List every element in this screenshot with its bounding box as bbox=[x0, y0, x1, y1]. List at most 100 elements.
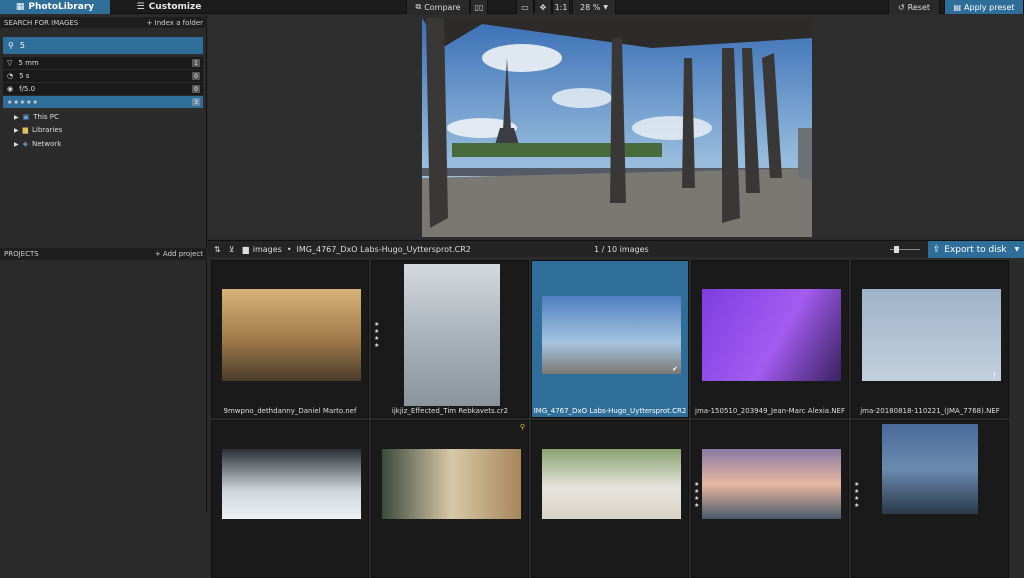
index-folder-button[interactable]: + Index a folder bbox=[147, 19, 203, 27]
aperture-icon: ◉ bbox=[7, 85, 14, 93]
chevron-down-icon[interactable]: ▼ bbox=[1015, 246, 1020, 253]
grid-icon: ▦ bbox=[15, 2, 25, 12]
search-query: 5 bbox=[19, 41, 25, 50]
thumbnail-filename: jma-20180818-110221_(JMA_7768).NEF bbox=[860, 407, 1000, 415]
rating-stars: ★★★★ bbox=[694, 481, 700, 509]
add-project-button[interactable]: + Add project bbox=[155, 250, 203, 258]
chevron-down-icon: ▼ bbox=[603, 3, 608, 11]
export-to-disk-button[interactable]: ⇪ Export to disk ▼ bbox=[928, 241, 1024, 258]
preset-icon: ▤ bbox=[953, 2, 962, 12]
filter-aperture[interactable]: ◉ f/5.0 0 bbox=[3, 83, 203, 95]
thumbnail-image bbox=[542, 296, 681, 374]
expand-arrow-icon: ▶ bbox=[14, 113, 19, 121]
folder-icon: ▆ bbox=[242, 244, 249, 254]
thumbnail-cell[interactable]: ★★★★ ijkjiz_Effected_Tim Rebkavets.cr2 bbox=[371, 260, 529, 418]
thumbnail-cell-selected[interactable]: ✔ IMG_4767_DxO Labs-Hugo_Uyttersprot.CR2 bbox=[531, 260, 689, 418]
filter-focal-length[interactable]: ▽ 5 mm 1 bbox=[3, 57, 203, 69]
split-view-icon: ▯▯ bbox=[474, 2, 484, 12]
thumbnail-image bbox=[862, 289, 1001, 381]
thumbnail-image bbox=[882, 424, 978, 514]
thumbnail-image bbox=[222, 449, 361, 519]
thumbnail-cell[interactable]: ! jma-20180818-110221_(JMA_7768).NEF bbox=[851, 260, 1009, 418]
thumbnail-image bbox=[542, 449, 681, 519]
tree-item-network[interactable]: ▶ ◈ Network bbox=[14, 139, 61, 149]
tree-label: Libraries bbox=[32, 126, 63, 134]
thumbnail-size-slider[interactable] bbox=[890, 246, 920, 253]
zoom-1to1-button[interactable]: 1:1 bbox=[552, 0, 570, 14]
move-button[interactable]: ✥ bbox=[534, 0, 552, 14]
thumbnail-cell[interactable]: jma-150510_203949_Jean-Marc Alexia.NEF bbox=[691, 260, 849, 418]
network-icon: ◈ bbox=[22, 140, 29, 148]
thumbnail-filename: ijkjiz_Effected_Tim Rebkavets.cr2 bbox=[391, 407, 509, 415]
expand-arrow-icon: ▶ bbox=[14, 140, 19, 148]
zoom-level-value: 28 % bbox=[580, 2, 601, 12]
thumbnail-grid: 9mwpno_dethdanny_Daniel Marto.nef ★★★★ i… bbox=[211, 260, 1024, 578]
breadcrumb-file: IMG_4767_DxO Labs-Hugo_Uyttersprot.CR2 bbox=[296, 244, 471, 254]
search-panel-header: SEARCH FOR IMAGES + Index a folder bbox=[0, 17, 207, 28]
sort-icon[interactable]: ⇅ bbox=[214, 245, 221, 254]
tree-item-libraries[interactable]: ▶ ▆ Libraries bbox=[14, 125, 62, 135]
filter-label: 5 mm bbox=[18, 59, 39, 67]
projects-panel-title: PROJECTS bbox=[4, 250, 39, 258]
sliders-icon: ☰ bbox=[136, 2, 145, 12]
tab-photolibrary[interactable]: ▦ PhotoLibrary bbox=[0, 0, 110, 14]
thumbnail-filename: IMG_4767_DxO Labs-Hugo_Uyttersprot.CR2 bbox=[533, 407, 687, 415]
thumbnail-image bbox=[702, 449, 841, 519]
fit-button[interactable]: ▭ bbox=[516, 0, 534, 14]
expand-arrow-icon: ▶ bbox=[14, 126, 19, 134]
tab-photolibrary-label: PhotoLibrary bbox=[28, 2, 95, 12]
filter-icon[interactable]: ⊻ bbox=[229, 245, 235, 254]
export-icon: ⇪ bbox=[932, 244, 941, 255]
reset-button[interactable]: ↺ Reset bbox=[888, 0, 940, 14]
compare-label: Compare bbox=[424, 2, 461, 12]
image-count: 1 / 10 images bbox=[594, 244, 649, 254]
filter-count: 1 bbox=[192, 59, 200, 67]
thumbnail-cell[interactable]: 9mwpno_dethdanny_Daniel Marto.nef bbox=[211, 260, 369, 418]
breadcrumb-folder[interactable]: images bbox=[253, 245, 282, 254]
browser-toolbar: ⇅ ⊻ ▆ images • IMG_4767_DxO Labs-Hugo_Uy… bbox=[208, 240, 1024, 258]
top-toolbar: ▦ PhotoLibrary ☰ Customize ⧉ Compare ▯▯ … bbox=[0, 0, 1024, 14]
tab-customize[interactable]: ☰ Customize bbox=[124, 0, 214, 14]
apply-preset-button[interactable]: ▤ Apply preset bbox=[944, 0, 1024, 14]
thumbnail-image bbox=[404, 264, 500, 406]
tree-label: Network bbox=[32, 140, 62, 148]
filter-count: 0 bbox=[192, 72, 200, 80]
projects-panel-header: PROJECTS + Add project bbox=[0, 248, 207, 260]
filter-rating[interactable]: ★★★★★ 3 bbox=[3, 96, 203, 108]
thumbnail-cell[interactable]: ★★★★ bbox=[851, 420, 1009, 578]
thumbnail-cell[interactable]: ⚲ bbox=[371, 420, 529, 578]
slider-handle[interactable] bbox=[894, 246, 899, 253]
filter-count: 0 bbox=[192, 85, 200, 93]
tree-label: This PC bbox=[33, 113, 59, 121]
reset-label: Reset bbox=[907, 2, 931, 12]
thumbnail-cell[interactable]: ★★★★ bbox=[691, 420, 849, 578]
thumbnail-image bbox=[222, 289, 361, 381]
folder-icon: ▆ bbox=[22, 126, 29, 134]
zoom-1to1-label: 1:1 bbox=[554, 2, 568, 12]
thumbnail-cell[interactable] bbox=[211, 420, 369, 578]
thumbnail-filename: jma-150510_203949_Jean-Marc Alexia.NEF bbox=[695, 407, 845, 415]
thumbnail-cell[interactable] bbox=[531, 420, 689, 578]
image-viewer bbox=[208, 15, 1024, 238]
export-label: Export to disk bbox=[944, 244, 1007, 255]
main-preview-image bbox=[422, 18, 812, 237]
check-icon: ✔ bbox=[672, 365, 678, 373]
split-view-button[interactable]: ▯▯ bbox=[470, 0, 488, 14]
speed-icon: ◔ bbox=[7, 72, 14, 80]
breadcrumb-separator: • bbox=[286, 244, 292, 254]
thumbnail-filename: 9mwpno_dethdanny_Daniel Marto.nef bbox=[223, 407, 357, 415]
tab-customize-label: Customize bbox=[148, 2, 202, 12]
reset-icon: ↺ bbox=[897, 2, 905, 12]
tree-item-this-pc[interactable]: ▶ ▣ This PC bbox=[14, 112, 59, 122]
search-icon: ⚲ bbox=[8, 41, 14, 50]
filter-exposure[interactable]: ◔ 5 s 0 bbox=[3, 70, 203, 82]
search-panel-title: SEARCH FOR IMAGES bbox=[4, 18, 79, 27]
thumbnail-image bbox=[382, 449, 521, 519]
compare-button[interactable]: ⧉ Compare bbox=[406, 0, 470, 14]
move-icon: ✥ bbox=[539, 2, 547, 12]
search-input[interactable]: ⚲ 5 bbox=[3, 37, 203, 54]
zoom-select[interactable]: 28 % ▼ bbox=[572, 0, 616, 14]
filter-count: 3 bbox=[192, 98, 200, 106]
warning-icon: ! bbox=[992, 371, 996, 380]
search-badge-icon: ⚲ bbox=[519, 423, 525, 431]
